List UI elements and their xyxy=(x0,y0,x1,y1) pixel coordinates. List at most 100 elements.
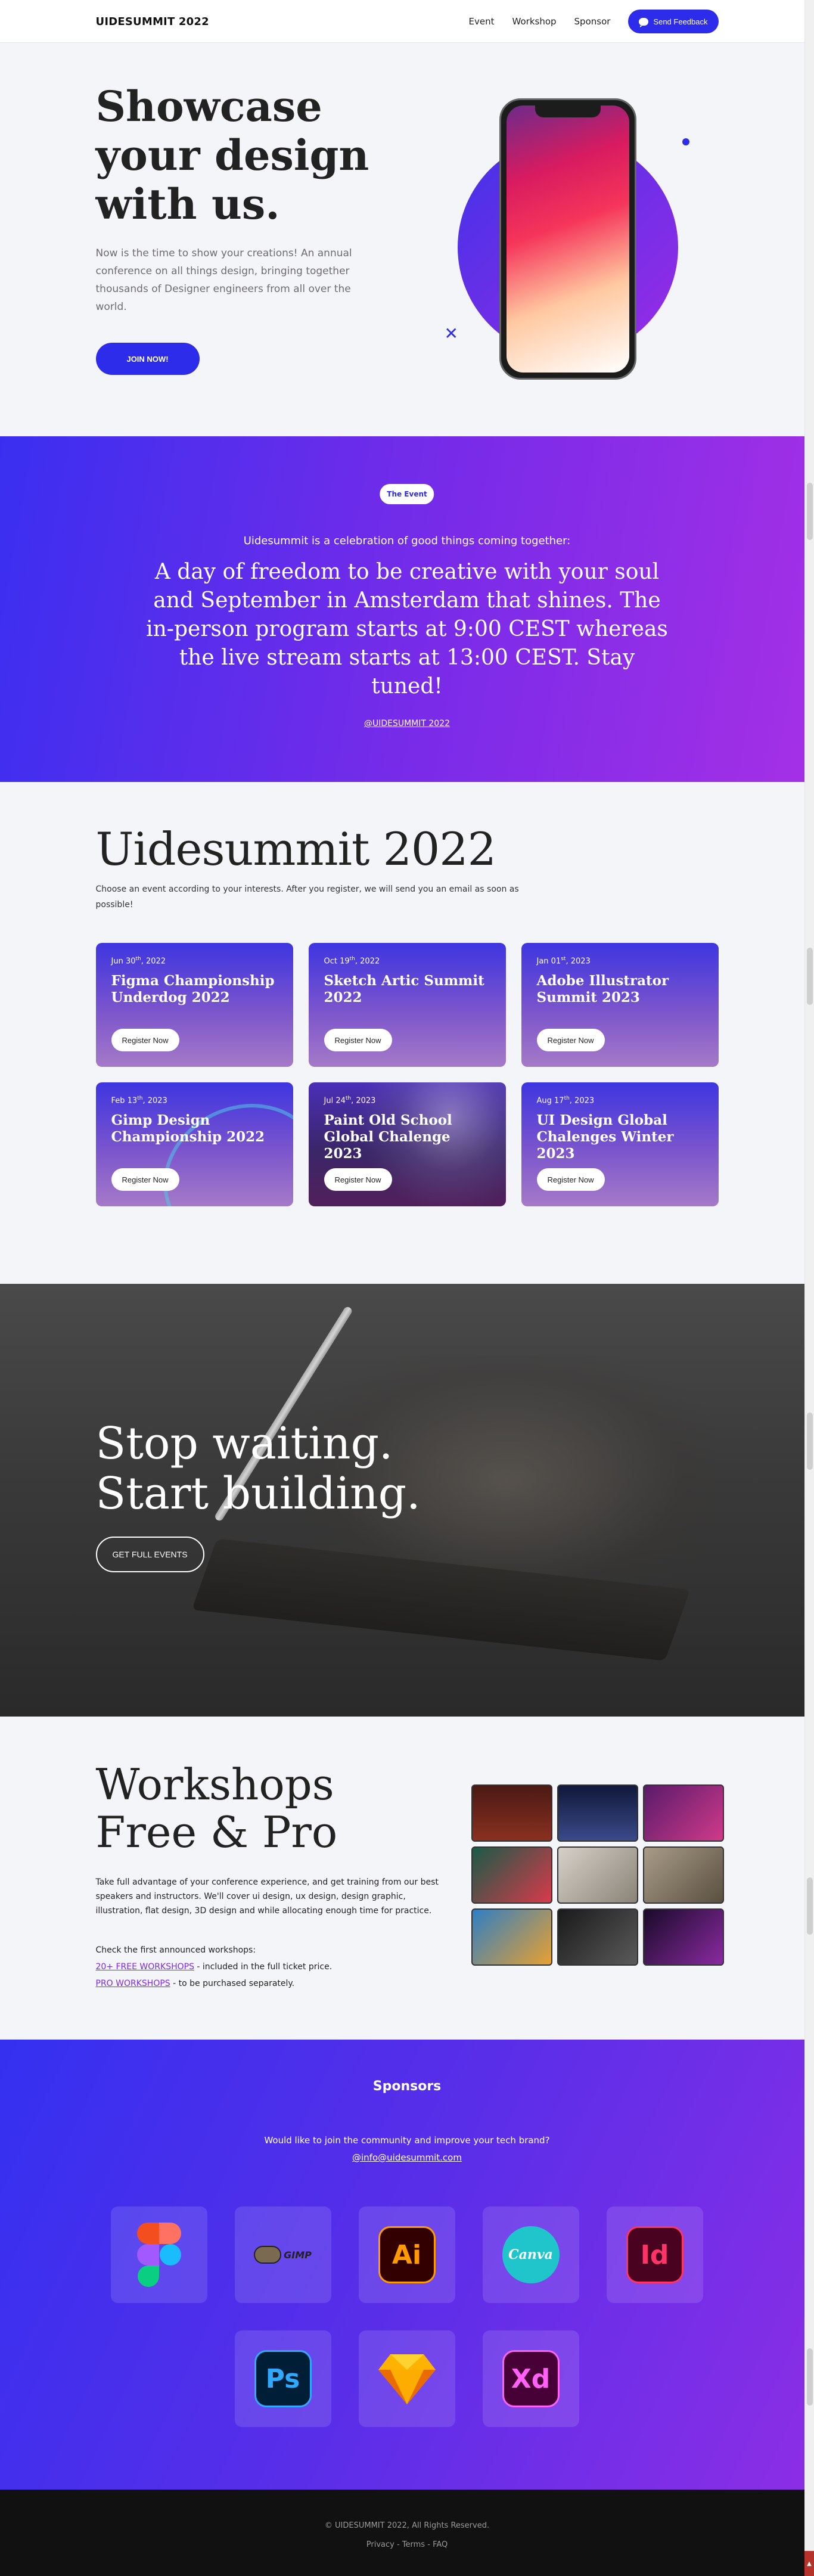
scrollbar-thumb[interactable] xyxy=(807,1413,813,1470)
scrollbar-thumb[interactable] xyxy=(807,948,813,1005)
summit-section: Uidesummit 2022 Choose an event accordin… xyxy=(0,782,814,1284)
workshops-text: Take full advantage of your conference e… xyxy=(95,1877,439,1916)
send-feedback-button[interactable]: Send Feedback xyxy=(628,10,719,33)
footer-copyright: © UIDESUMMIT 2022, All Rights Reserved. xyxy=(324,2521,490,2530)
workshop-photo[interactable] xyxy=(642,1908,724,1966)
summit-title: Uidesummit 2022 xyxy=(95,823,496,876)
workshop-photo[interactable] xyxy=(471,1784,552,1842)
event-card[interactable]: Jun 30th, 2022 Figma Championship Underd… xyxy=(95,943,293,1067)
event-card-title: UI Design Global Chalenges Winter 2023 xyxy=(536,1112,674,1162)
event-section: The Event Uidesummit is a celebration of… xyxy=(0,436,814,782)
event-pill-badge: The Event xyxy=(380,484,434,504)
sponsors-ask: Would like to join the community and imp… xyxy=(264,2135,550,2146)
decorative-cross-icon: ✕ xyxy=(444,324,458,343)
workshop-photo[interactable] xyxy=(557,1908,638,1966)
site-footer: © UIDESUMMIT 2022, All Rights Reserved. … xyxy=(0,2490,814,2576)
footer-links: Privacy - Terms - FAQ xyxy=(96,2540,719,2549)
event-card-title: Sketch Artic Summit 2022 xyxy=(324,973,484,1006)
event-card[interactable]: Aug 17th, 2023 UI Design Global Chalenge… xyxy=(521,1082,719,1206)
event-card-title: Figma Championship Underdog 2022 xyxy=(111,973,275,1006)
workshop-photo[interactable] xyxy=(557,1784,638,1842)
footer-separator: - xyxy=(427,2540,433,2549)
page-scrollbar[interactable]: ▲ xyxy=(804,0,814,2576)
pro-workshops-link[interactable]: PRO WORKSHOPS xyxy=(96,1979,170,1988)
extension-icon[interactable]: ▲ xyxy=(804,2551,814,2576)
summit-description: Choose an event according to your intere… xyxy=(95,884,519,910)
event-date: Jan 01st, 2023 xyxy=(536,956,591,966)
sponsor-tile-xd[interactable]: Xd xyxy=(482,2330,579,2427)
footer-separator: - xyxy=(396,2540,402,2549)
canva-icon: Canva xyxy=(502,2226,560,2283)
footer-link-faq[interactable]: FAQ xyxy=(433,2540,448,2549)
scrollbar-thumb[interactable] xyxy=(807,1877,813,1935)
footer-link-terms[interactable]: Terms xyxy=(402,2540,425,2549)
event-lead: Uidesummit is a celebration of good thin… xyxy=(243,535,571,547)
event-card[interactable]: Jul 24th, 2023 Paint Old School Global C… xyxy=(308,1082,506,1206)
sponsor-tile-gimp[interactable]: GIMP xyxy=(234,2206,331,2303)
register-now-button[interactable]: Register Now xyxy=(324,1029,392,1051)
register-now-button[interactable]: Register Now xyxy=(536,1029,605,1051)
scrollbar-thumb[interactable] xyxy=(807,483,813,540)
register-now-button[interactable]: Register Now xyxy=(536,1168,605,1191)
illustrator-icon: Ai xyxy=(378,2226,436,2283)
event-date: Oct 19th, 2022 xyxy=(324,956,380,966)
sponsor-tile-canva[interactable]: Canva xyxy=(482,2206,579,2303)
workshops-title: Workshops Free & Pro xyxy=(95,1759,338,1857)
site-header: UIDESUMMIT 2022 Event Workshop Sponsor S… xyxy=(0,0,814,43)
figma-icon xyxy=(136,2223,181,2287)
event-card-title: Gimp Design Championship 2022 xyxy=(111,1112,265,1146)
nav-link-event[interactable]: Event xyxy=(469,16,495,27)
send-feedback-label: Send Feedback xyxy=(653,17,708,26)
sponsors-email-link[interactable]: @info@uidesummit.com xyxy=(96,2152,719,2163)
register-now-button[interactable]: Register Now xyxy=(111,1029,179,1051)
event-card[interactable]: Jan 01st, 2023 Adobe Illustrator Summit … xyxy=(521,943,719,1067)
event-card-title: Adobe Illustrator Summit 2023 xyxy=(536,973,669,1006)
workshop-photo[interactable] xyxy=(557,1846,638,1904)
cta-headline: Stop waiting. Start building. xyxy=(95,1418,421,1519)
sponsors-section: Sponsors Would like to join the communit… xyxy=(0,2040,814,2490)
event-card[interactable]: Oct 19th, 2022 Sketch Artic Summit 2022 … xyxy=(308,943,506,1067)
sponsor-tile-indesign[interactable]: Id xyxy=(606,2206,703,2303)
register-now-button[interactable]: Register Now xyxy=(324,1168,392,1191)
workshops-section: Workshops Free & Pro Take full advantage … xyxy=(0,1717,814,2040)
site-logo[interactable]: UIDESUMMIT 2022 xyxy=(96,15,209,28)
cta-banner-section: Stop waiting. Start building. GET FULL EV… xyxy=(0,1284,814,1717)
sponsors-title: Sponsors xyxy=(372,2079,442,2094)
footer-link-privacy[interactable]: Privacy xyxy=(366,2540,394,2549)
event-headline: A day of freedom to be creative with you… xyxy=(146,560,668,699)
event-card[interactable]: Feb 13th, 2023 Gimp Design Championship … xyxy=(95,1082,293,1206)
pro-workshops-line: PRO WORKSHOPS - to be purchased separate… xyxy=(95,1979,295,1988)
workshops-check: Check the first announced workshops: xyxy=(95,1945,256,1955)
nav-link-sponsor[interactable]: Sponsor xyxy=(574,16,611,27)
workshop-photo-grid xyxy=(471,1784,724,1966)
hero-description: Now is the time to show your creations! … xyxy=(95,247,352,313)
sponsor-tile-figma[interactable] xyxy=(110,2206,207,2303)
chat-bubble-icon xyxy=(639,17,649,27)
get-full-events-button[interactable]: GET FULL EVENTS xyxy=(95,1537,204,1572)
free-workshops-link[interactable]: 20+ FREE WORKSHOPS xyxy=(96,1962,194,1972)
event-date: Jun 30th, 2022 xyxy=(111,956,166,966)
free-workshops-line: 20+ FREE WORKSHOPS - included in the ful… xyxy=(95,1962,333,1972)
workshop-photo[interactable] xyxy=(642,1846,724,1904)
event-card-title: Paint Old School Global Chalenge 2023 xyxy=(324,1112,452,1162)
sponsor-tile-illustrator[interactable]: Ai xyxy=(358,2206,455,2303)
sketch-icon xyxy=(378,2354,436,2404)
main-nav: Event Workshop Sponsor Send Feedback xyxy=(469,10,719,33)
gimp-icon: GIMP xyxy=(254,2246,312,2264)
workshop-photo[interactable] xyxy=(471,1908,552,1966)
hero-title: Showcase your design with us. xyxy=(95,82,369,229)
scrollbar-thumb[interactable] xyxy=(807,2348,813,2406)
event-handle-link[interactable]: @UIDESUMMIT 2022 xyxy=(96,719,719,728)
hero-section: Showcase your design with us. Now is the… xyxy=(0,43,814,436)
xd-icon: Xd xyxy=(502,2350,560,2407)
phone-notch xyxy=(535,105,601,117)
sponsor-tile-photoshop[interactable]: Ps xyxy=(234,2330,331,2427)
workshop-photo[interactable] xyxy=(471,1846,552,1904)
workshop-photo[interactable] xyxy=(642,1784,724,1842)
event-cards-grid: Jun 30th, 2022 Figma Championship Underd… xyxy=(95,943,719,1206)
event-date: Jul 24th, 2023 xyxy=(324,1095,376,1106)
nav-link-workshop[interactable]: Workshop xyxy=(512,16,557,27)
register-now-button[interactable]: Register Now xyxy=(111,1168,179,1191)
sponsor-tile-sketch[interactable] xyxy=(358,2330,455,2427)
join-now-button[interactable]: JOIN NOW! xyxy=(95,343,200,375)
